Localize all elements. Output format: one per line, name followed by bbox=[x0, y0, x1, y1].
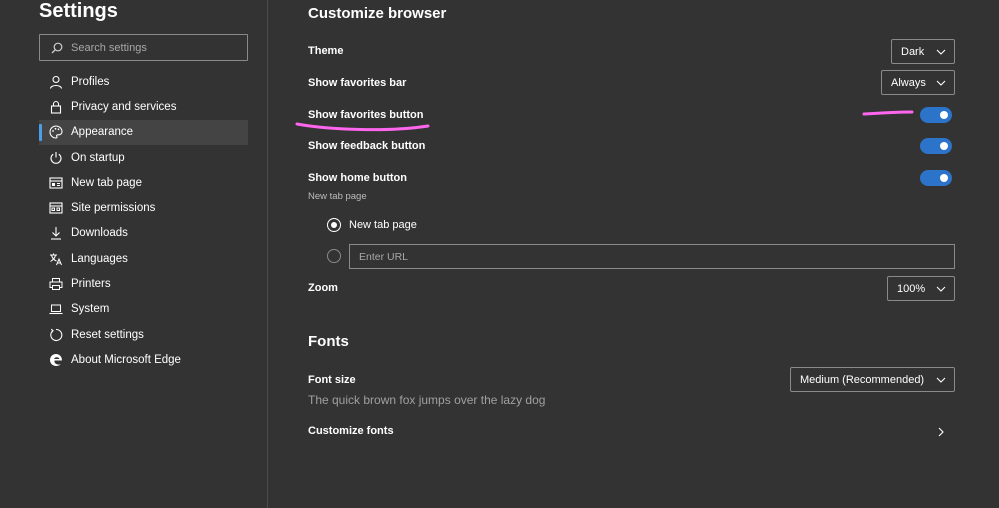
printer-icon bbox=[48, 276, 64, 292]
chevron-down-icon bbox=[936, 377, 946, 383]
sidebar-item-reset-settings[interactable]: Reset settings bbox=[39, 322, 248, 347]
new-tab-page-radio-label: New tab page bbox=[349, 219, 417, 231]
sidebar-item-appearance[interactable]: Appearance bbox=[39, 119, 248, 145]
feedback-button-toggle[interactable] bbox=[920, 138, 952, 154]
favorites-bar-label: Show favorites bar bbox=[308, 77, 407, 89]
sidebar-item-label: About Microsoft Edge bbox=[71, 353, 181, 366]
font-size-dropdown[interactable]: Medium (Recommended) bbox=[790, 367, 955, 392]
laptop-icon bbox=[48, 301, 64, 317]
sidebar-item-label: Languages bbox=[71, 252, 128, 265]
custom-url-radio[interactable] bbox=[327, 249, 341, 263]
chevron-down-icon bbox=[936, 80, 946, 86]
sidebar-item-label: Appearance bbox=[71, 126, 134, 139]
home-button-label: Show home button bbox=[308, 172, 407, 184]
sidebar-item-new-tab-page[interactable]: New tab page bbox=[39, 170, 248, 195]
reset-icon bbox=[48, 327, 64, 343]
chevron-right-icon bbox=[938, 427, 944, 437]
lock-icon bbox=[48, 99, 64, 115]
sidebar-item-label: Reset settings bbox=[71, 328, 144, 341]
settings-sidebar: Settings Profiles Privacy and services A… bbox=[0, 0, 268, 508]
zoom-label: Zoom bbox=[308, 282, 338, 294]
customize-fonts-row[interactable]: Customize fonts bbox=[308, 425, 958, 441]
feedback-button-label: Show feedback button bbox=[308, 140, 426, 152]
profile-icon bbox=[48, 74, 64, 90]
zoom-dropdown-value: 100% bbox=[897, 282, 926, 295]
font-preview-text: The quick brown fox jumps over the lazy … bbox=[308, 393, 546, 407]
sidebar-item-printers[interactable]: Printers bbox=[39, 271, 248, 296]
customize-browser-title: Customize browser bbox=[308, 5, 447, 22]
download-icon bbox=[48, 225, 64, 241]
sidebar-item-privacy[interactable]: Privacy and services bbox=[39, 94, 248, 119]
theme-dropdown-value: Dark bbox=[901, 45, 925, 58]
sidebar-item-label: New tab page bbox=[71, 176, 142, 189]
sidebar-item-label: Downloads bbox=[71, 227, 128, 240]
sidebar-item-profiles[interactable]: Profiles bbox=[39, 69, 248, 94]
theme-label: Theme bbox=[308, 45, 344, 57]
home-button-sublabel: New tab page bbox=[308, 191, 367, 202]
favorites-button-label: Show favorites button bbox=[308, 109, 424, 121]
settings-nav: Profiles Privacy and services Appearance… bbox=[39, 69, 248, 373]
sidebar-item-label: On startup bbox=[71, 151, 125, 164]
zoom-dropdown[interactable]: 100% bbox=[887, 276, 955, 301]
search-box[interactable] bbox=[39, 34, 248, 61]
settings-content: Customize browser Theme Dark Show favori… bbox=[308, 0, 958, 508]
favorites-button-toggle[interactable] bbox=[920, 107, 952, 123]
settings-title: Settings bbox=[39, 0, 118, 22]
site-permissions-icon bbox=[48, 200, 64, 216]
sidebar-item-label: Site permissions bbox=[71, 202, 156, 215]
new-tab-icon bbox=[48, 175, 64, 191]
theme-dropdown[interactable]: Dark bbox=[891, 39, 955, 64]
chevron-down-icon bbox=[936, 286, 946, 292]
font-size-dropdown-value: Medium (Recommended) bbox=[800, 373, 925, 386]
sidebar-item-label: System bbox=[71, 303, 110, 316]
languages-icon bbox=[48, 251, 64, 267]
sidebar-item-on-startup[interactable]: On startup bbox=[39, 145, 248, 170]
power-icon bbox=[48, 150, 64, 166]
chevron-down-icon bbox=[936, 49, 946, 55]
favorites-bar-dropdown[interactable]: Always bbox=[881, 70, 955, 95]
sidebar-item-label: Printers bbox=[71, 278, 111, 291]
search-settings-input[interactable] bbox=[71, 41, 231, 54]
sidebar-item-about-edge[interactable]: About Microsoft Edge bbox=[39, 347, 248, 372]
palette-icon bbox=[48, 124, 64, 140]
sidebar-item-site-permissions[interactable]: Site permissions bbox=[39, 195, 248, 220]
sidebar-item-label: Profiles bbox=[71, 75, 110, 88]
sidebar-item-label: Privacy and services bbox=[71, 100, 177, 113]
sidebar-item-system[interactable]: System bbox=[39, 297, 248, 322]
sidebar-item-downloads[interactable]: Downloads bbox=[39, 221, 248, 246]
new-tab-page-radio[interactable] bbox=[327, 218, 341, 232]
home-url-input[interactable] bbox=[349, 244, 955, 269]
home-button-toggle[interactable] bbox=[920, 170, 952, 186]
customize-fonts-label: Customize fonts bbox=[308, 425, 394, 437]
favorites-bar-dropdown-value: Always bbox=[891, 76, 926, 89]
fonts-title: Fonts bbox=[308, 333, 349, 350]
sidebar-item-languages[interactable]: Languages bbox=[39, 246, 248, 271]
search-icon bbox=[51, 42, 63, 53]
edge-logo-icon bbox=[48, 352, 64, 368]
font-size-label: Font size bbox=[308, 374, 356, 386]
